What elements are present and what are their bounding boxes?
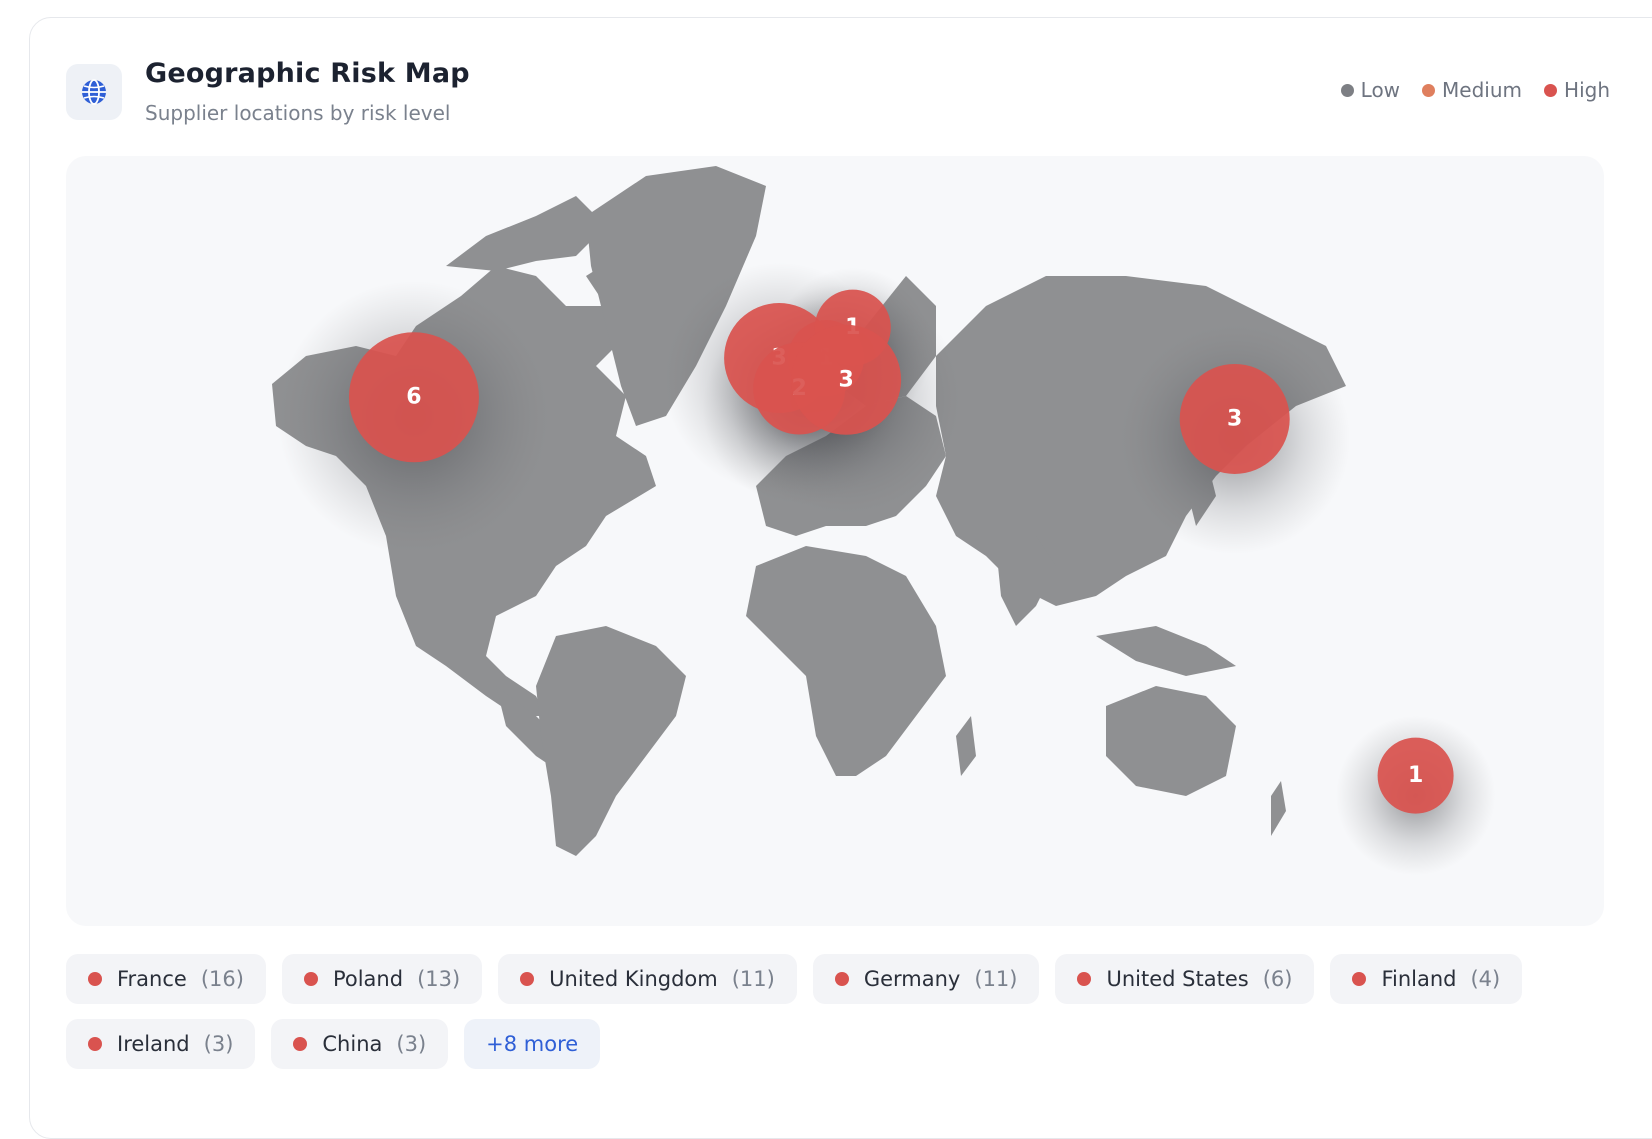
indonesia-islands	[1096, 626, 1236, 676]
cluster-count-label: 1	[1408, 763, 1423, 788]
cluster-count-label: 3	[1227, 406, 1242, 431]
country-count: (4)	[1470, 967, 1501, 991]
risk-dot	[88, 1037, 102, 1051]
country-name: France	[117, 967, 187, 991]
country-count: (11)	[974, 967, 1018, 991]
legend-high-label: High	[1564, 78, 1610, 102]
africa-landmass	[746, 546, 946, 776]
country-chip-germany[interactable]: Germany (11)	[812, 954, 1040, 1004]
country-count: (6)	[1262, 967, 1293, 991]
world-map-svg: 63112331	[272, 166, 1496, 876]
legend-medium-dot	[1422, 83, 1436, 97]
risk-dot	[834, 972, 849, 986]
risk-dot	[303, 972, 318, 986]
risk-cluster-marker[interactable]: 6	[348, 332, 479, 463]
australia-landmass	[1106, 686, 1236, 796]
country-name: Finland	[1381, 967, 1457, 991]
country-chip-finland[interactable]: Finland (4)	[1330, 954, 1523, 1004]
legend-low-dot	[1340, 83, 1354, 97]
cluster-count-label: 6	[406, 385, 421, 410]
country-name: United States	[1106, 967, 1249, 991]
country-chip-ireland[interactable]: Ireland (3)	[66, 1019, 256, 1069]
country-list: France (16) Poland (13) United Kingdom (…	[66, 954, 1606, 1084]
legend-medium: Medium	[1422, 78, 1522, 102]
country-chip-france[interactable]: France (16)	[66, 954, 266, 1004]
country-chip-china[interactable]: China (3)	[271, 1019, 449, 1069]
legend-medium-label: Medium	[1442, 78, 1523, 102]
country-name: United Kingdom	[549, 967, 718, 991]
country-chip-united-kingdom[interactable]: United Kingdom (11)	[498, 954, 797, 1004]
legend-high-dot	[1544, 83, 1558, 97]
risk-dot	[293, 1037, 308, 1051]
risk-legend: Low Medium High	[1340, 78, 1610, 102]
country-name: Germany	[863, 967, 961, 991]
legend-low: Low	[1340, 78, 1401, 102]
country-count: (3)	[203, 1032, 234, 1056]
arctic-islands	[446, 196, 606, 271]
page-subtitle: Supplier locations by risk level	[145, 101, 451, 125]
world-map[interactable]: 63112331	[66, 156, 1604, 926]
risk-cluster-marker[interactable]: 3	[791, 324, 902, 435]
risk-dot	[520, 972, 535, 986]
country-count: (3)	[396, 1032, 427, 1056]
legend-high: High	[1544, 78, 1610, 102]
country-name: China	[322, 1032, 383, 1056]
new-zealand	[1271, 781, 1286, 836]
country-chip-poland[interactable]: Poland (13)	[281, 954, 483, 1004]
globe-icon	[66, 64, 122, 120]
country-name: Ireland	[117, 1032, 190, 1056]
south-america-landmass	[536, 626, 686, 856]
cluster-count-label: 3	[838, 367, 853, 392]
risk-dot	[1077, 972, 1092, 986]
risk-dot	[1352, 972, 1367, 986]
legend-low-label: Low	[1360, 78, 1401, 102]
risk-dot	[88, 972, 102, 986]
page-title: Geographic Risk Map	[145, 58, 470, 89]
madagascar	[956, 716, 976, 776]
country-count: (16)	[200, 967, 244, 991]
country-count: (11)	[731, 967, 775, 991]
risk-cluster-marker[interactable]: 3	[1179, 363, 1290, 474]
risk-cluster-marker[interactable]: 1	[1377, 737, 1454, 814]
country-count: (13)	[417, 967, 461, 991]
country-name: Poland	[332, 967, 404, 991]
show-more-button[interactable]: +8 more	[464, 1019, 601, 1069]
country-chip-united-states[interactable]: United States (6)	[1055, 954, 1315, 1004]
